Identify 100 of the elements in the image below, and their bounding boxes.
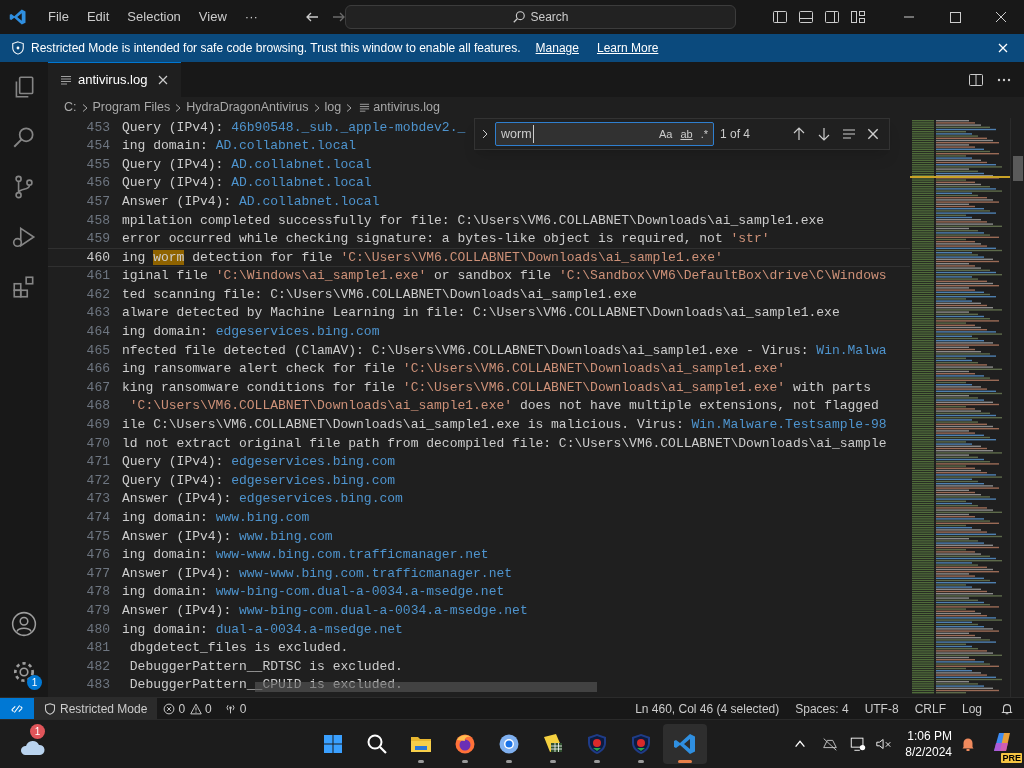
lines-icon — [359, 102, 371, 113]
speaker-muted-icon[interactable] — [875, 735, 894, 753]
line-number: 472 — [85, 471, 110, 490]
code-line: mpilation completed successfully for file: C:\Users\VM6.COLLABNET\Downloads\ai_sample1.exe — [122, 211, 825, 230]
line-number: 454 — [85, 137, 110, 156]
panel-toggle-icon[interactable] — [798, 9, 814, 25]
code-line: ted scanning file: C:\Users\VM6.COLLABNET\Downloads\ai_sample1.exe — [122, 285, 637, 304]
app-logo-icon — [9, 8, 27, 26]
code-line: king ransomware conditions for file 'C:\Users\VM6.COLLABNET\Downloads\ai_sample1.exe' with parts — [122, 378, 871, 397]
windows-logo-icon[interactable] — [321, 732, 345, 756]
ports-status[interactable]: 0 — [217, 698, 253, 719]
search-icon[interactable] — [365, 732, 389, 756]
line-number: 473 — [85, 490, 110, 509]
find-option-toggle[interactable]: ab — [678, 125, 695, 143]
line-number: 466 — [85, 360, 110, 379]
clock[interactable]: 1:06 PM 8/2/2024 — [905, 728, 952, 760]
remote-button[interactable] — [0, 698, 34, 719]
find-option-toggle[interactable]: .* — [698, 125, 710, 143]
line-number: 461 — [85, 267, 110, 286]
breadcrumb-item[interactable]: C: — [64, 98, 77, 117]
code-line: ing domain: dual-a-0034.a-msedge.net — [122, 620, 403, 639]
line-number: 480 — [85, 620, 110, 639]
breadcrumb-item[interactable]: antivirus.log — [373, 98, 440, 117]
next-match-icon[interactable] — [816, 126, 832, 142]
line-number: 471 — [85, 453, 110, 472]
round-browser-icon[interactable] — [497, 732, 521, 756]
code-line: alware detected by Machine Learning in file: C:\Users\VM6.COLLABNET\Downloads\ai_sample1.exe — [122, 304, 840, 323]
close-banner-icon[interactable] — [997, 42, 1009, 54]
search-box[interactable]: Search — [345, 5, 736, 29]
find-input[interactable]: worm Aa ab .* — [495, 122, 714, 146]
status-item[interactable]: Log — [953, 699, 990, 718]
code-line: ing ransomware alert check for file 'C:\Users\VM6.COLLABNET\Downloads\ai_sample1.exe' — [122, 360, 786, 379]
match-count: 1 of 4 — [720, 126, 751, 143]
breadcrumb-item[interactable]: log — [324, 98, 342, 117]
code-line: Query (IPv4): AD.collabnet.local — [122, 155, 372, 174]
code-editor-icon[interactable] — [673, 732, 697, 756]
account-icon[interactable] — [11, 611, 37, 637]
restricted-mode-status[interactable]: Restricted Mode — [34, 698, 158, 719]
breadcrumb-item[interactable]: Program Files — [92, 98, 171, 117]
menu-item[interactable]: View — [190, 7, 235, 27]
close-icon[interactable] — [866, 127, 880, 141]
close-icon[interactable] — [157, 74, 170, 86]
code-line: DebuggerPattern__CPUID is excluded. — [128, 676, 403, 695]
vertical-scrollbar[interactable] — [1010, 118, 1024, 697]
line-number: 458 — [85, 211, 110, 230]
line-number: 481 — [85, 639, 110, 658]
lines-icon — [60, 74, 72, 86]
network-icon[interactable] — [821, 735, 840, 753]
code-line: Query (IPv4): AD.collabnet.local — [122, 174, 372, 193]
code-line: dbgdetect_files is excluded. — [128, 639, 349, 658]
banner-link[interactable]: Manage — [535, 39, 579, 57]
layout-icon[interactable] — [850, 9, 866, 25]
line-number: 476 — [85, 546, 110, 565]
banner-link[interactable]: Learn More — [596, 39, 659, 57]
find-in-selection-icon[interactable] — [841, 126, 857, 142]
split-editor-icon[interactable] — [968, 72, 984, 88]
line-number: 459 — [85, 230, 110, 249]
error-icon — [163, 702, 176, 715]
line-number: 457 — [85, 192, 110, 211]
menu-item[interactable]: ··· — [236, 7, 266, 27]
line-number: 453 — [85, 118, 110, 137]
code-line: ing domain: www-bing-com.dual-a-0034.a-msedge.net — [122, 583, 505, 602]
menu-item[interactable]: Edit — [78, 7, 118, 27]
breadcrumb-item[interactable]: HydraDragonAntivirus — [186, 98, 309, 117]
notification-badge: 1 — [27, 675, 42, 690]
line-number: 463 — [85, 304, 110, 323]
line-number: 456 — [85, 174, 110, 193]
code-line: DebuggerPattern__RDTSC is excluded. — [128, 657, 403, 676]
line-number: 465 — [85, 341, 110, 360]
code-line: error occurred while checking signature: a bytes-like object is required, not 'str' — [122, 230, 770, 249]
line-number: 469 — [85, 416, 110, 435]
line-number: 474 — [85, 509, 110, 527]
status-item[interactable]: CRLF — [906, 699, 954, 718]
status-item[interactable]: UTF-8 — [856, 699, 907, 718]
run-debug-icon[interactable] — [11, 224, 37, 250]
problems-status[interactable]: 0 0 — [157, 698, 218, 719]
menu-item[interactable]: Selection — [119, 7, 189, 27]
settings-icon[interactable] — [11, 659, 37, 685]
find-option-toggle[interactable]: Aa — [656, 125, 675, 143]
code-line: Query (IPv4): edgeservices.bing.com — [122, 453, 396, 472]
code-line: ld not extract original file path from decompiled file: C:\Users\VM6.COLLABNET\Downloads\ai_sample — [122, 434, 887, 453]
previous-match-icon[interactable] — [791, 126, 807, 142]
line-number: 460 — [85, 248, 110, 267]
status-item[interactable]: Spaces: 4 — [787, 699, 857, 718]
code-line: 'C:\Users\VM6.COLLABNET\Downloads\ai_sample1.exe' does not have multiple extensions, not flagged — [128, 397, 879, 416]
line-number: 467 — [85, 378, 110, 397]
menu-item[interactable]: File — [40, 7, 77, 27]
shield-app-icon[interactable] — [585, 732, 609, 756]
weather-cloud-icon[interactable] — [18, 740, 46, 756]
shield-app-icon[interactable] — [629, 732, 653, 756]
secondary-sidebar-icon[interactable] — [824, 9, 840, 25]
code-line: ing domain: edgeservices.bing.com — [122, 323, 380, 342]
fox-browser-icon[interactable] — [453, 732, 477, 756]
notification-bell-icon[interactable] — [960, 736, 976, 752]
status-item[interactable]: Ln 460, Col 46 (4 selected) — [627, 699, 788, 718]
editor-tab[interactable]: antivirus.log — [48, 62, 182, 97]
bell-icon[interactable] — [1000, 701, 1014, 716]
monitor-icon[interactable] — [849, 735, 868, 753]
sidebar-toggle-icon[interactable] — [772, 9, 788, 25]
line-number: 479 — [85, 602, 110, 620]
